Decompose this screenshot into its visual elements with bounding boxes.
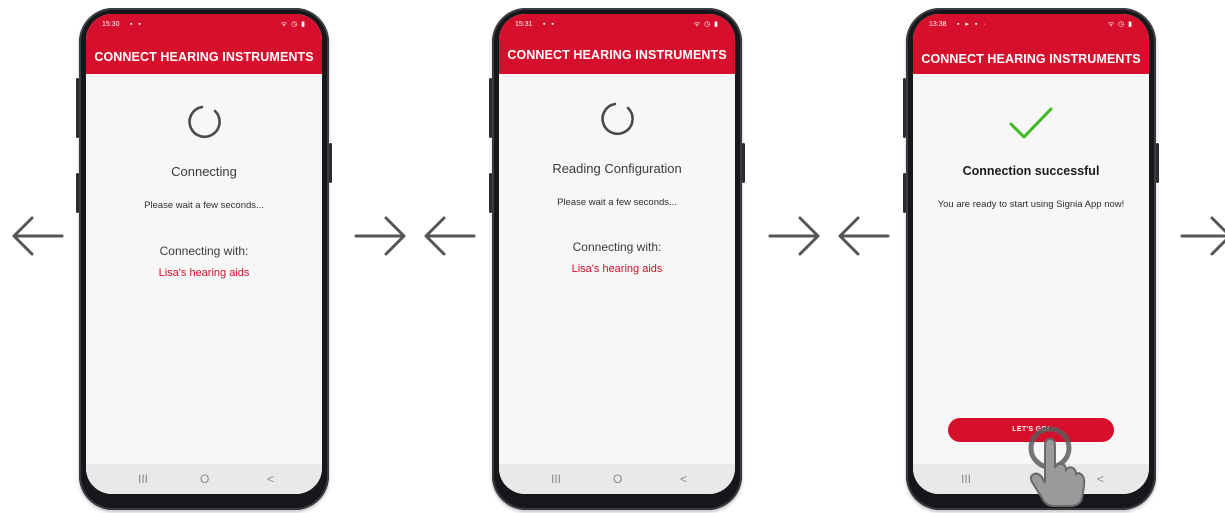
home-icon[interactable]: O [613,472,622,486]
power-button [1156,143,1159,183]
phone-screen: 15:30 ▪ ▪ ᯤ ◷ ▮ CONNECT HEARING INSTRUME… [86,14,322,494]
page-title: CONNECT HEARING INSTRUMENTS [94,50,314,64]
page-title: CONNECT HEARING INSTRUMENTS [921,52,1141,66]
status-text: Connection successful [962,164,1100,178]
status-text: Connecting [171,164,237,179]
status-time: 15:30 [102,21,120,28]
power-button [329,143,332,183]
app-bar: 15:30 ▪ ▪ ᯤ ◷ ▮ CONNECT HEARING INSTRUME… [86,14,322,74]
status-bar: 15:30 ▪ ▪ ᯤ ◷ ▮ [102,20,306,30]
app-bar: 15:31 ▪ ▪ ᯤ ◷ ▮ CONNECT HEARING INSTRUME… [499,14,735,74]
notification-icons: ▪ ▪ [543,21,556,28]
hint-text: You are ready to start using Signia App … [937,199,1125,210]
app-bar: 13:38 ▪ ▸ ▪ · ᯤ ◷ ▮ CONNECT HEARING INST… [913,14,1149,74]
phone-screen: 15:31 ▪ ▪ ᯤ ◷ ▮ CONNECT HEARING INSTRUME… [499,14,735,494]
arrow-right-icon[interactable] [1178,212,1225,260]
android-nav-bar: III O < [86,464,322,494]
hint-text: Please wait a few seconds... [557,197,677,208]
screen-content: Reading Configuration Please wait a few … [499,74,735,464]
connecting-with-label: Connecting with: [572,240,662,254]
system-icons: ᯤ ◷ ▮ [1107,21,1133,28]
hint-text: Please wait a few seconds... [144,200,264,211]
power-button [742,143,745,183]
status-time: 15:31 [515,21,533,28]
phone-frame: 15:31 ▪ ▪ ᯤ ◷ ▮ CONNECT HEARING INSTRUME… [489,8,745,510]
page-title: CONNECT HEARING INSTRUMENTS [507,48,727,62]
recents-icon[interactable]: III [138,472,148,486]
status-text: Reading Configuration [552,161,682,176]
tap-hand-icon [1026,426,1090,513]
notification-icons: ▪ ▪ [130,21,143,28]
arrow-left-icon[interactable] [834,212,892,260]
spinner-icon [499,99,735,139]
connecting-with-label: Connecting with: [159,244,249,258]
back-icon[interactable]: < [267,472,274,486]
recents-icon[interactable]: III [961,472,971,486]
arrow-right-icon[interactable] [766,212,824,260]
screen-content: Connection successful You are ready to s… [913,74,1149,464]
spinner-icon [86,102,322,142]
system-icons: ᯤ ◷ ▮ [280,21,306,28]
back-icon[interactable]: < [1097,472,1104,486]
screen-content: Connecting Please wait a few seconds... … [86,74,322,464]
check-icon [913,104,1149,144]
status-time: 13:38 [929,21,947,28]
status-bar: 15:31 ▪ ▪ ᯤ ◷ ▮ [515,20,719,30]
volume-button [903,78,906,138]
arrow-right-icon[interactable] [352,212,410,260]
phone-frame: 13:38 ▪ ▸ ▪ · ᯤ ◷ ▮ CONNECT HEARING INST… [903,8,1159,513]
android-nav-bar: III O < [499,464,735,494]
volume-button [76,78,79,138]
back-icon[interactable]: < [680,472,687,486]
bixby-button [489,173,492,213]
status-bar: 13:38 ▪ ▸ ▪ · ᯤ ◷ ▮ [929,20,1133,30]
bixby-button [76,173,79,213]
arrow-left-icon[interactable] [8,212,66,260]
recents-icon[interactable]: III [551,472,561,486]
device-name: Lisa's hearing aids [158,267,250,279]
bixby-button [903,173,906,213]
notification-icons: ▪ ▸ ▪ · [957,21,988,28]
phone-frame: 15:30 ▪ ▪ ᯤ ◷ ▮ CONNECT HEARING INSTRUME… [76,8,332,510]
device-name: Lisa's hearing aids [571,263,663,275]
phone-screen: 13:38 ▪ ▸ ▪ · ᯤ ◷ ▮ CONNECT HEARING INST… [913,14,1149,494]
home-icon[interactable]: O [200,472,209,486]
system-icons: ᯤ ◷ ▮ [693,21,719,28]
volume-button [489,78,492,138]
arrow-left-icon[interactable] [420,212,478,260]
